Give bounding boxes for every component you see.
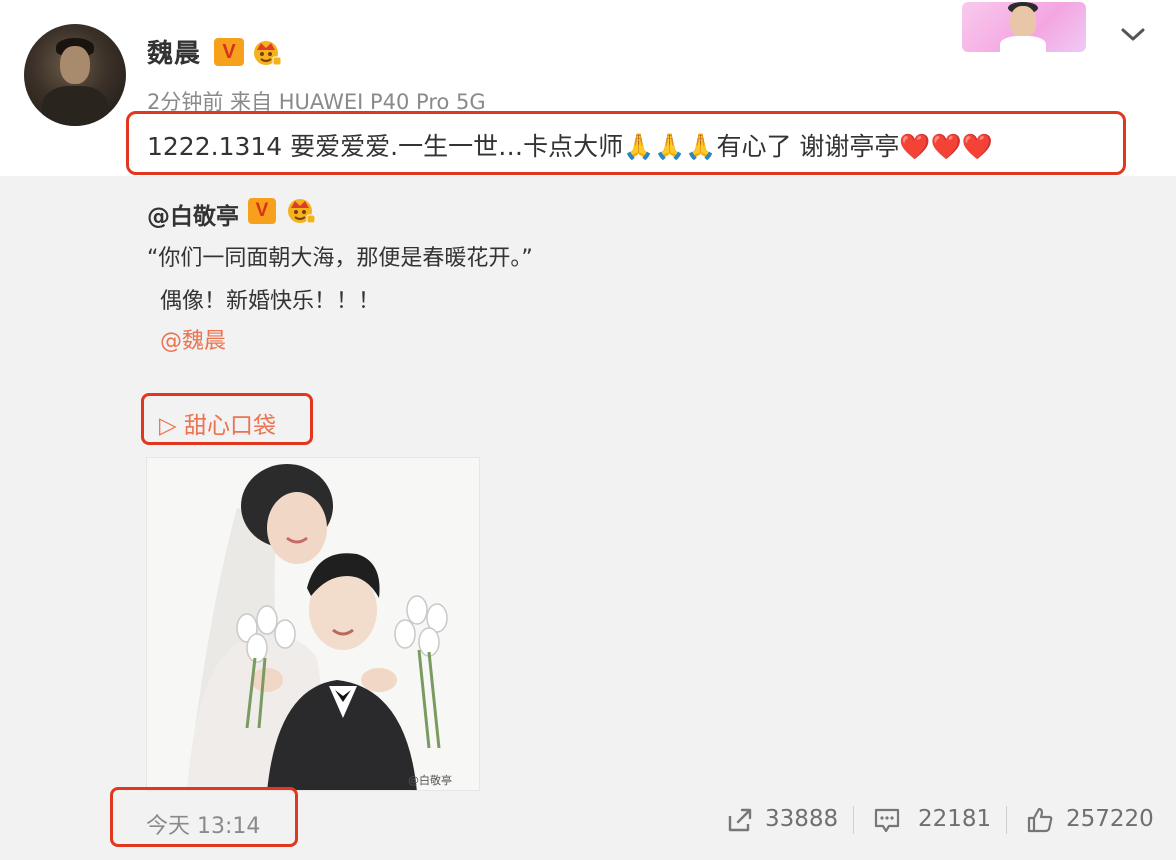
- author-name[interactable]: 魏晨: [147, 33, 201, 70]
- wedding-illustration-image[interactable]: @白敬亭: [146, 457, 480, 791]
- repost-mention-link[interactable]: @魏晨: [160, 323, 226, 355]
- music-link[interactable]: ▷ 甜心口袋: [159, 406, 276, 440]
- avatar-body: [42, 86, 108, 126]
- comment-count[interactable]: 22181: [918, 806, 991, 832]
- share-icon[interactable]: [726, 806, 754, 834]
- share-count[interactable]: 33888: [765, 806, 838, 832]
- action-divider: [853, 806, 854, 834]
- action-divider: [1006, 806, 1007, 834]
- comment-icon[interactable]: [873, 806, 901, 834]
- repost-text-line2: 偶像！新婚快乐！！！: [160, 289, 381, 314]
- wedding-illustration: @白敬亭: [147, 458, 479, 790]
- member-crown-icon: [254, 41, 282, 66]
- post-timestamp: 今天 13:14: [146, 814, 261, 839]
- repost-text-line1: “你们一同面朝大海，那便是春暖花开。”: [147, 246, 533, 271]
- verified-v-icon: V: [214, 38, 244, 66]
- repost-author[interactable]: @白敬亭: [147, 197, 239, 231]
- repost-crown-icon: [288, 199, 316, 224]
- banner-body: [1000, 36, 1046, 52]
- thumbs-up-icon[interactable]: [1026, 806, 1054, 834]
- repost-verified-v-icon: V: [248, 198, 276, 224]
- like-count[interactable]: 257220: [1066, 806, 1154, 832]
- post-content: 1222.1314 要爱爱爱.一生一世…卡点大师🙏🙏🙏有心了 谢谢亭亭❤️❤️❤…: [147, 132, 993, 161]
- banner-face: [1010, 6, 1036, 38]
- image-watermark: @白敬亭: [408, 773, 452, 787]
- author-avatar[interactable]: [24, 24, 126, 126]
- avatar-face: [60, 46, 90, 84]
- decoration-banner: [962, 2, 1086, 52]
- chevron-down-icon[interactable]: [1118, 22, 1148, 46]
